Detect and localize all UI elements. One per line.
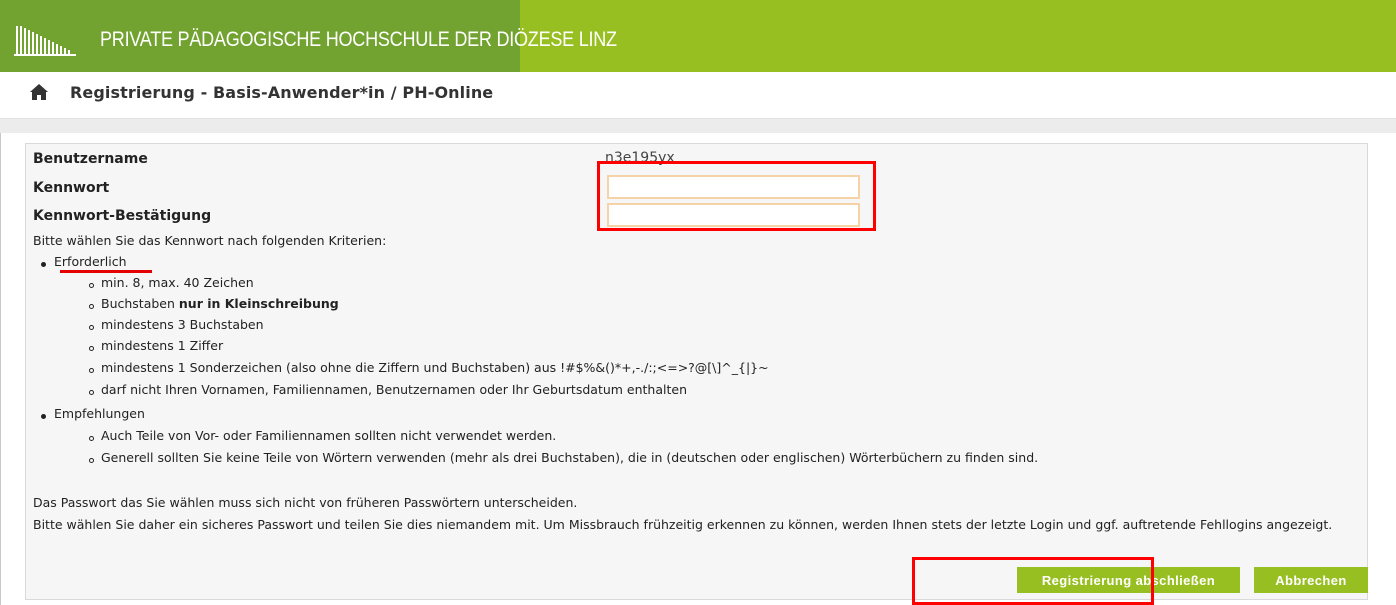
bullet [41, 414, 46, 419]
cancel-button[interactable]: Abbrechen [1254, 567, 1368, 593]
sub-bullet [89, 304, 94, 309]
password-confirm-label: Kennwort-Bestätigung [33, 208, 212, 224]
required-item: darf nicht Ihren Vornamen, Familiennamen… [101, 382, 687, 397]
password-label: Kennwort [33, 180, 110, 196]
required-heading: Erforderlich [54, 254, 127, 269]
sub-bullet [89, 346, 94, 351]
note-previous-passwords: Das Passwort das Sie wählen muss sich ni… [33, 495, 578, 510]
sub-bullet [89, 325, 94, 330]
breadcrumb: Registrierung - Basis-Anwender*in / PH-O… [70, 83, 494, 102]
required-item: mindestens 1 Ziffer [101, 338, 224, 353]
password-field[interactable] [607, 175, 860, 199]
required-item: Buchstaben nur in Kleinschreibung [101, 296, 339, 311]
required-item: mindestens 3 Buchstaben [101, 317, 264, 332]
password-confirm-field[interactable] [607, 203, 860, 227]
bullet [41, 262, 46, 267]
highlight-underline [60, 270, 152, 273]
logo-icon [14, 26, 76, 56]
separator-strip [0, 119, 1396, 133]
sub-bullet [89, 458, 94, 463]
username-label: Benutzername [33, 151, 148, 167]
sub-bullet [89, 368, 94, 373]
required-item: min. 8, max. 40 Zeichen [101, 275, 254, 290]
home-icon[interactable] [30, 84, 48, 100]
required-item-bold: nur in Kleinschreibung [178, 296, 339, 311]
header-title: PRIVATE PÄDAGOGISCHE HOCHSCHULE DER DIÖZ… [100, 28, 617, 51]
username-value: n3e195yx [605, 150, 675, 166]
sub-bullet [89, 283, 94, 288]
note-security: Bitte wählen Sie daher ein sicheres Pass… [33, 517, 1333, 532]
criteria-intro: Bitte wählen Sie das Kennwort nach folge… [33, 233, 387, 248]
register-button[interactable]: Registrierung abschließen [1017, 567, 1240, 593]
recommend-heading: Empfehlungen [54, 406, 145, 421]
required-item: mindestens 1 Sonderzeichen (also ohne di… [101, 360, 769, 375]
sub-bullet [89, 390, 94, 395]
recommend-item: Generell sollten Sie keine Teile von Wör… [101, 450, 1039, 465]
required-item-text: Buchstaben [101, 296, 179, 311]
sub-bullet [89, 436, 94, 441]
recommend-item: Auch Teile von Vor- oder Familiennamen s… [101, 428, 557, 443]
